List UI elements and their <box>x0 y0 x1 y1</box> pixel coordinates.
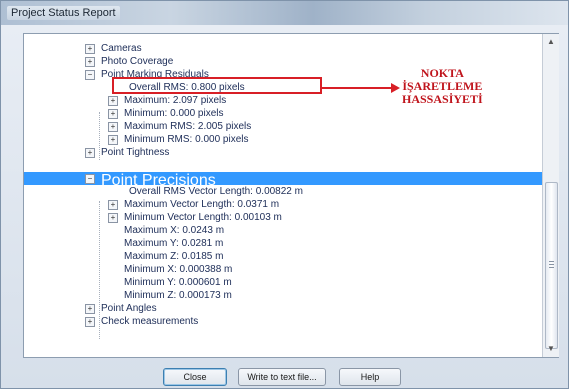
collapse-icon[interactable]: − <box>85 70 95 80</box>
vertical-scrollbar[interactable]: ▲ ▼ <box>542 34 559 357</box>
expand-icon[interactable]: + <box>108 213 118 223</box>
expand-icon[interactable]: + <box>85 317 95 327</box>
expand-icon[interactable]: + <box>108 200 118 210</box>
scroll-down-arrow-icon[interactable]: ▼ <box>543 341 559 357</box>
tree-label: Maximum X: 0.0243 m <box>124 225 225 236</box>
write-to-text-file-button[interactable]: Write to text file... <box>238 368 326 386</box>
grip-line <box>549 267 554 268</box>
expand-icon[interactable]: + <box>85 148 95 158</box>
report-tree: − Point Precisions + Cameras + Photo Cov… <box>24 34 542 357</box>
help-button[interactable]: Help <box>339 368 401 386</box>
tree-label: Point Tightness <box>101 147 170 158</box>
annotation-line-3: HASSASİYETİ <box>402 92 483 106</box>
title-bar[interactable]: Project Status Report <box>1 1 568 25</box>
expand-icon[interactable]: + <box>85 304 95 314</box>
tree-label: Minimum Z: 0.000173 m <box>124 290 232 301</box>
window-title: Project Status Report <box>7 6 120 20</box>
tree-label: Point Angles <box>101 303 157 314</box>
tree-label: Maximum Vector Length: 0.0371 m <box>124 199 280 210</box>
tree-label: Maximum Y: 0.0281 m <box>124 238 224 249</box>
tree-label: Maximum: 2.097 pixels <box>124 95 227 106</box>
project-status-report-window: Project Status Report − Point Precisions… <box>0 0 569 389</box>
tree-label: Minimum Vector Length: 0.00103 m <box>124 212 282 223</box>
tree-label: Maximum Z: 0.0185 m <box>124 251 224 262</box>
scroll-up-arrow-icon[interactable]: ▲ <box>543 34 559 50</box>
grip-line <box>549 261 554 262</box>
collapse-icon[interactable]: − <box>85 174 95 184</box>
annotation-text: NOKTA İŞARETLEME HASSASİYETİ <box>402 67 483 106</box>
tree-label: Minimum RMS: 0.000 pixels <box>124 134 249 145</box>
expand-icon[interactable]: + <box>108 96 118 106</box>
expand-icon[interactable]: + <box>108 109 118 119</box>
expand-icon[interactable]: + <box>108 122 118 132</box>
tree-label: Overall RMS Vector Length: 0.00822 m <box>129 186 303 197</box>
tree-label: Photo Coverage <box>101 56 174 67</box>
expand-icon[interactable]: + <box>108 135 118 145</box>
scrollbar-thumb[interactable] <box>545 182 558 349</box>
tree-row-point-precisions[interactable]: − Point Precisions <box>24 172 542 189</box>
tree-label: Minimum Y: 0.000601 m <box>124 277 232 288</box>
grip-line <box>549 264 554 265</box>
expand-icon[interactable]: + <box>85 57 95 67</box>
tree-label: Minimum X: 0.000388 m <box>124 264 233 275</box>
annotation-arrow-line <box>322 87 392 89</box>
tree-label: Cameras <box>101 43 142 54</box>
report-tree-panel: − Point Precisions + Cameras + Photo Cov… <box>23 33 559 358</box>
highlight-box <box>112 77 322 94</box>
close-button[interactable]: Close <box>163 368 227 386</box>
expand-icon[interactable]: + <box>85 44 95 54</box>
tree-label: Check measurements <box>101 316 199 327</box>
tree-label: Maximum RMS: 2.005 pixels <box>124 121 252 132</box>
annotation-arrow-head <box>391 83 400 93</box>
tree-connector <box>99 112 100 160</box>
tree-connector <box>99 201 100 339</box>
tree-label: Minimum: 0.000 pixels <box>124 108 224 119</box>
